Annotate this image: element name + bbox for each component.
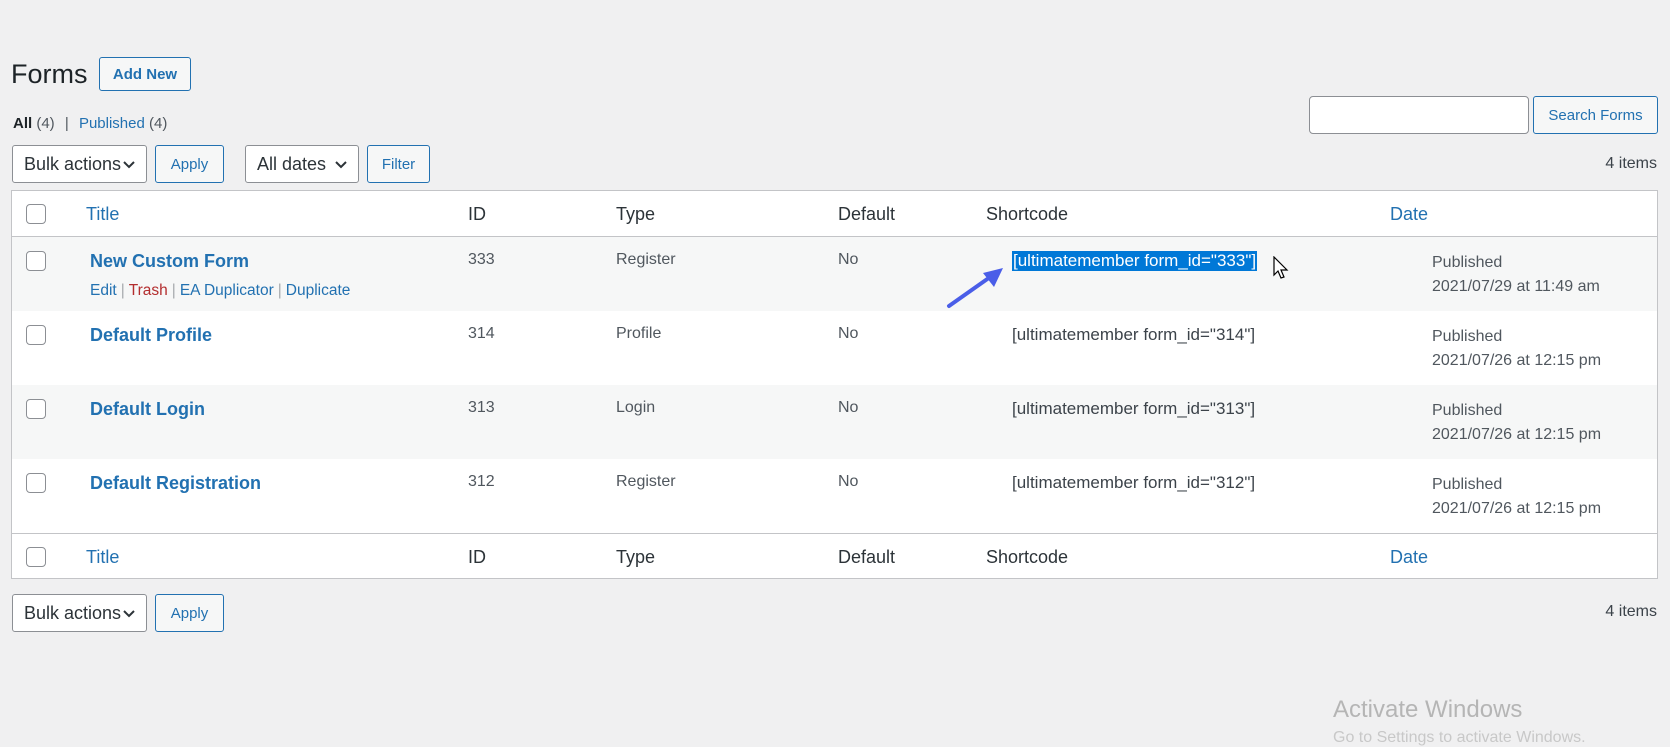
view-published-link[interactable]: Published [79,115,145,132]
activate-windows-subtitle: Go to Settings to activate Windows. [1333,729,1586,746]
table-row: Default Login 313 Login No [ultimatememb… [12,385,1657,459]
row-title-link[interactable]: Default Profile [90,325,212,346]
row-shortcode: [ultimatemember form_id="312"] [1012,473,1256,492]
apply-button-top[interactable]: Apply [155,145,224,183]
table-row: Default Registration 312 Register No [ul… [12,459,1657,533]
search-forms-button[interactable]: Search Forms [1533,96,1658,134]
column-type-header: Type [616,204,656,224]
bulk-actions-value: Bulk actions [24,153,122,174]
table-header-row: Title ID Type Default Shortcode Date [12,191,1657,237]
forms-table: Title ID Type Default Shortcode Date New… [11,190,1658,579]
edit-link[interactable]: Edit [90,282,117,299]
column-title-footer[interactable]: Title [86,547,119,568]
row-id: 313 [468,399,495,416]
row-title-link[interactable]: New Custom Form [90,251,249,272]
row-checkbox[interactable] [26,251,46,271]
view-filters: All (4) | Published (4) [13,115,167,132]
column-default-header: Default [838,204,896,224]
ea-duplicator-link[interactable]: EA Duplicator [180,282,274,299]
column-default-footer: Default [838,547,896,567]
row-id: 314 [468,325,495,342]
view-all-count: (4) [36,115,55,132]
row-title-link[interactable]: Default Registration [90,473,261,494]
row-default: No [838,325,859,342]
trash-link[interactable]: Trash [129,282,168,299]
column-date-header[interactable]: Date [1390,204,1428,225]
column-shortcode-header: Shortcode [986,204,1069,224]
action-separator: | [120,282,125,299]
select-all-checkbox-footer[interactable] [26,547,46,567]
row-shortcode: [ultimatemember form_id="313"] [1012,399,1256,418]
row-date: Published 2021/07/26 at 12:15 pm [1432,325,1601,373]
apply-button-bottom[interactable]: Apply [155,594,224,632]
bulk-actions-select-top[interactable]: Bulk actions [12,145,147,183]
row-shortcode-selected[interactable]: [ultimatemember form_id="333"] [1012,251,1258,271]
items-count-top: 4 items [1605,155,1657,172]
column-date-footer[interactable]: Date [1390,547,1428,568]
row-type: Register [616,473,676,490]
row-type: Login [616,399,656,416]
row-date: Published 2021/07/26 at 12:15 pm [1432,399,1601,447]
row-status: Published [1432,254,1503,271]
action-separator: | [171,282,176,299]
view-separator: | [64,115,69,132]
dates-select[interactable]: All dates [245,145,359,183]
row-status: Published [1432,476,1503,493]
select-all-checkbox[interactable] [26,204,46,224]
column-id-header: ID [468,204,486,224]
row-date-value: 2021/07/26 at 12:15 pm [1432,352,1602,369]
add-new-button[interactable]: Add New [99,57,191,91]
page-title: Forms [11,59,88,89]
dates-value: All dates [257,153,327,174]
row-date-value: 2021/07/29 at 11:49 am [1432,278,1600,295]
filter-button[interactable]: Filter [367,145,430,183]
row-date-value: 2021/07/26 at 12:15 pm [1432,426,1602,443]
row-title-link[interactable]: Default Login [90,399,205,420]
row-default: No [838,473,859,490]
row-date: Published 2021/07/26 at 12:15 pm [1432,473,1601,521]
row-checkbox[interactable] [26,399,46,419]
chevron-down-icon [335,161,347,169]
duplicate-link[interactable]: Duplicate [286,282,351,299]
column-type-footer: Type [616,547,656,567]
row-shortcode: [ultimatemember form_id="314"] [1012,325,1256,344]
bulk-actions-value: Bulk actions [24,602,122,623]
row-type: Register [616,251,676,268]
chevron-down-icon [123,610,135,618]
annotation-arrow-icon [947,268,1003,308]
bulk-actions-select-bottom[interactable]: Bulk actions [12,594,147,632]
row-id: 333 [468,251,495,268]
table-row: New Custom Form Edit | Trash | EA Duplicator… [12,237,1657,311]
row-type: Profile [616,325,662,342]
table-footer-row: Title ID Type Default Shortcode Date [12,533,1657,579]
row-date: Published 2021/07/29 at 11:49 am [1432,251,1600,299]
row-checkbox[interactable] [26,473,46,493]
search-input[interactable] [1309,96,1529,134]
row-date-value: 2021/07/26 at 12:15 pm [1432,500,1602,517]
column-shortcode-footer: Shortcode [986,547,1069,567]
row-status: Published [1432,402,1503,419]
row-actions: Edit | Trash | EA Duplicator | Duplicate [90,282,350,300]
view-published-count: (4) [149,115,168,132]
items-count-bottom: 4 items [1605,603,1657,620]
row-default: No [838,251,859,268]
action-separator: | [277,282,282,299]
row-default: No [838,399,859,416]
table-row: Default Profile 314 Profile No [ultimate… [12,311,1657,385]
mouse-cursor-icon [1273,256,1289,279]
view-all-link[interactable]: All [13,115,32,132]
column-id-footer: ID [468,547,486,567]
row-status: Published [1432,328,1503,345]
column-title-header[interactable]: Title [86,204,119,225]
activate-windows-watermark: Activate Windows [1333,696,1523,723]
row-checkbox[interactable] [26,325,46,345]
chevron-down-icon [123,161,135,169]
row-id: 312 [468,473,495,490]
